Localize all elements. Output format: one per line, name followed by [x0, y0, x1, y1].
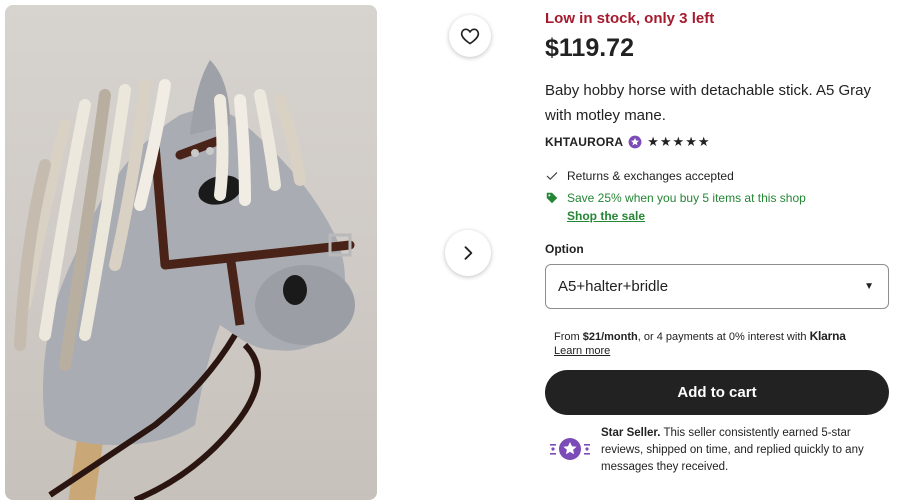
star-seller-text: Star Seller. This seller consistently ea…	[601, 425, 890, 479]
star-seller-icon	[550, 438, 590, 460]
add-to-cart-button[interactable]: Add to cart	[545, 370, 889, 415]
klarna-learn-more-link[interactable]: Learn more	[554, 345, 610, 357]
klarna-suffix: , or 4 payments at 0% interest with	[637, 331, 810, 343]
returns-perk: Returns & exchanges accepted	[545, 169, 734, 183]
option-label: Option	[545, 242, 584, 256]
klarna-prefix: From	[554, 331, 583, 343]
klarna-info: From $21/month, or 4 payments at 0% inte…	[554, 329, 874, 358]
heart-icon	[460, 28, 480, 45]
option-selected-value: A5+halter+bridle	[558, 278, 669, 295]
tag-icon	[546, 192, 558, 204]
product-image[interactable]	[5, 5, 377, 500]
klarna-amount: $21/month	[582, 331, 638, 343]
returns-text: Returns & exchanges accepted	[567, 169, 734, 183]
sale-perk: Save 25% when you buy 5 items at this sh…	[545, 191, 806, 205]
chevron-right-icon	[464, 246, 473, 260]
star-seller-title: Star Seller.	[601, 427, 661, 439]
star-seller-badge-icon	[628, 135, 642, 149]
stock-notice: Low in stock, only 3 left	[545, 10, 715, 27]
product-title: Baby hobby horse with detachable stick. …	[545, 82, 872, 124]
check-icon	[546, 172, 558, 180]
seller-row: KHTAURORA ★★★★★	[545, 134, 711, 150]
price: $119.72	[545, 34, 634, 62]
option-select[interactable]: A5+halter+bridle ▼	[545, 264, 889, 309]
rating-stars[interactable]: ★★★★★	[647, 134, 710, 150]
caret-down-icon: ▼	[864, 281, 874, 292]
favorite-button[interactable]	[449, 15, 491, 57]
sale-text: Save 25% when you buy 5 items at this sh…	[567, 191, 806, 205]
seller-name[interactable]: KHTAURORA	[545, 135, 623, 149]
next-image-button[interactable]	[445, 230, 491, 276]
hobby-horse-illustration	[14, 60, 355, 500]
star-seller-info: Star Seller. This seller consistently ea…	[545, 425, 890, 479]
klarna-logo: Klarna	[809, 329, 846, 343]
shop-the-sale-link[interactable]: Shop the sale	[567, 209, 645, 223]
